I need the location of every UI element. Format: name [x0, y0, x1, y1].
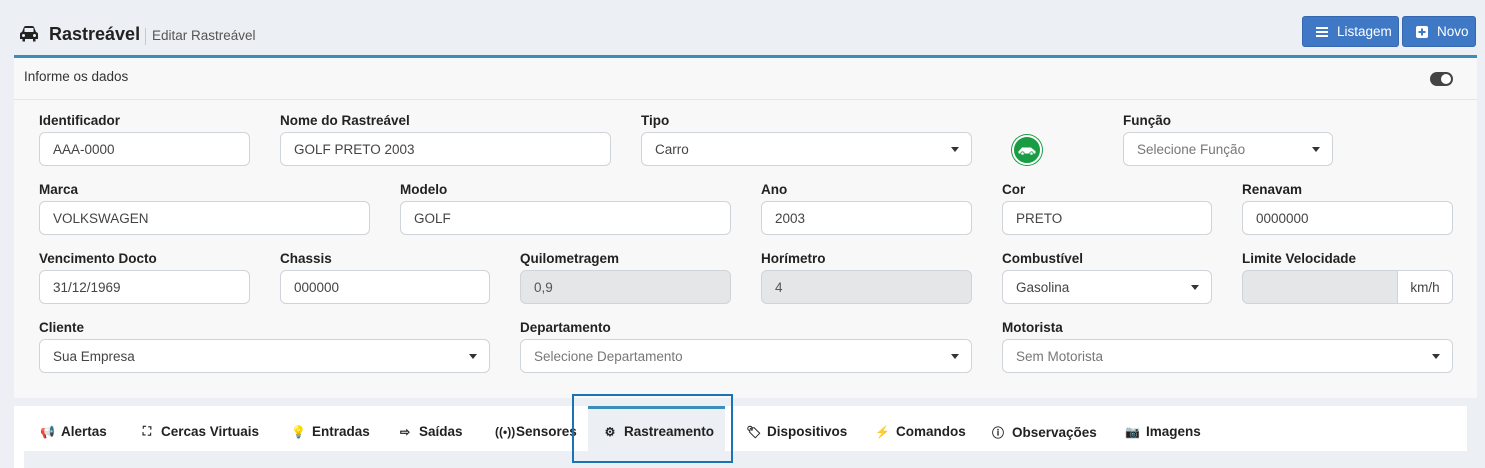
- quilometragem-label: Quilometragem: [520, 251, 620, 266]
- tab-label: Comandos: [896, 424, 966, 439]
- horimetro-label: Horímetro: [761, 251, 826, 266]
- tab-bar: 📢 Alertas ⛶ Cercas Virtuais 💡 Entradas ⇨…: [14, 406, 1467, 468]
- cor-label: Cor: [1002, 182, 1026, 197]
- tab-comandos[interactable]: ⚡ Comandos: [875, 424, 966, 439]
- tab-label: Imagens: [1146, 424, 1201, 439]
- sign-out-icon: ⇨: [399, 424, 411, 439]
- info-circle-icon: ⓘ: [991, 426, 1004, 440]
- vencimento-label: Vencimento Docto: [39, 251, 157, 266]
- renavam-input[interactable]: 0000000: [1242, 201, 1453, 235]
- tab-content-area: [24, 451, 1467, 468]
- departamento-select[interactable]: Selecione Departamento: [520, 339, 972, 373]
- page-header: Rastreável Editar Rastreável Listagem No…: [0, 0, 1485, 56]
- tab-label: Dispositivos: [767, 424, 848, 439]
- identificador-label: Identificador: [39, 113, 121, 128]
- ano-input[interactable]: 2003: [761, 201, 972, 235]
- list-button-label: Listagem: [1337, 24, 1392, 39]
- vehicle-type-badge: [1012, 135, 1042, 165]
- camera-icon: 📷: [1125, 424, 1140, 439]
- tab-imagens[interactable]: 📷 Imagens: [1125, 424, 1201, 439]
- signal-icon: ((•)): [495, 424, 516, 439]
- nome-input[interactable]: GOLF PRETO 2003: [280, 132, 611, 166]
- card-header: Informe os dados: [14, 58, 1477, 100]
- cliente-select[interactable]: Sua Empresa: [39, 339, 490, 373]
- bullhorn-icon: 📢: [40, 424, 55, 439]
- car-icon: [20, 26, 38, 42]
- funcao-label: Função: [1123, 113, 1172, 128]
- modelo-label: Modelo: [400, 182, 448, 197]
- lightbulb-icon: 💡: [291, 424, 306, 439]
- marca-input[interactable]: VOLKSWAGEN: [39, 201, 370, 235]
- tab-saidas[interactable]: ⇨ Saídas: [398, 424, 463, 439]
- tab-dispositivos[interactable]: 🏷 Dispositivos: [746, 424, 847, 439]
- tab-label: Sensores: [516, 424, 577, 439]
- tab-label: Cercas Virtuais: [161, 424, 260, 439]
- chassis-label: Chassis: [280, 251, 332, 266]
- chassis-input[interactable]: 000000: [280, 270, 490, 304]
- combustivel-select[interactable]: Gasolina: [1002, 270, 1212, 304]
- limite-input[interactable]: [1242, 270, 1398, 304]
- tipo-select[interactable]: Carro: [641, 132, 972, 166]
- active-tab-highlight: [572, 394, 733, 463]
- renavam-label: Renavam: [1242, 182, 1303, 197]
- nome-label: Nome do Rastreável: [280, 113, 410, 128]
- tab-label: Alertas: [61, 424, 107, 439]
- new-button[interactable]: Novo: [1402, 16, 1476, 47]
- title-divider: [145, 28, 146, 45]
- tab-observacoes[interactable]: ⓘ Observações: [991, 424, 1097, 441]
- vencimento-input[interactable]: 31/12/1969: [39, 270, 250, 304]
- combustivel-label: Combustível: [1002, 251, 1084, 266]
- modelo-input[interactable]: GOLF: [400, 201, 731, 235]
- cliente-label: Cliente: [39, 320, 85, 335]
- cor-input[interactable]: PRETO: [1002, 201, 1212, 235]
- collapse-toggle[interactable]: [1430, 72, 1453, 86]
- limite-unit-addon: km/h: [1397, 270, 1453, 304]
- tab-sensores[interactable]: ((•)) Sensores: [495, 424, 577, 439]
- page-title: Rastreável: [49, 24, 141, 44]
- tab-alertas[interactable]: 📢 Alertas: [40, 424, 107, 439]
- ano-label: Ano: [761, 182, 788, 197]
- tipo-label: Tipo: [641, 113, 670, 128]
- card-title: Informe os dados: [24, 69, 129, 84]
- toggle-knob: [1441, 74, 1451, 84]
- tags-icon: 🏷: [746, 424, 762, 439]
- horimetro-input: 4: [761, 270, 972, 304]
- identificador-input[interactable]: AAA-0000: [39, 132, 250, 166]
- car-icon: [1018, 147, 1036, 156]
- funcao-select[interactable]: Selecione Função: [1123, 132, 1333, 166]
- quilometragem-input: 0,9: [520, 270, 731, 304]
- tab-label: Observações: [1012, 425, 1097, 440]
- new-button-label: Novo: [1437, 24, 1469, 39]
- fence-icon: ⛶: [142, 424, 152, 438]
- bolt-icon: ⚡: [875, 424, 890, 439]
- tab-label: Entradas: [312, 424, 370, 439]
- limite-label: Limite Velocidade: [1242, 251, 1357, 266]
- plus-square-icon: [1416, 25, 1428, 38]
- tab-cercas-virtuais[interactable]: ⛶ Cercas Virtuais: [140, 424, 259, 439]
- list-button[interactable]: Listagem: [1302, 16, 1399, 47]
- list-icon: [1316, 26, 1328, 38]
- page-subtitle: Editar Rastreável: [152, 28, 256, 43]
- motorista-label: Motorista: [1002, 320, 1063, 335]
- marca-label: Marca: [39, 182, 79, 197]
- tab-label: Saídas: [419, 424, 463, 439]
- tab-entradas[interactable]: 💡 Entradas: [291, 424, 370, 439]
- departamento-label: Departamento: [520, 320, 611, 335]
- motorista-select[interactable]: Sem Motorista: [1002, 339, 1453, 373]
